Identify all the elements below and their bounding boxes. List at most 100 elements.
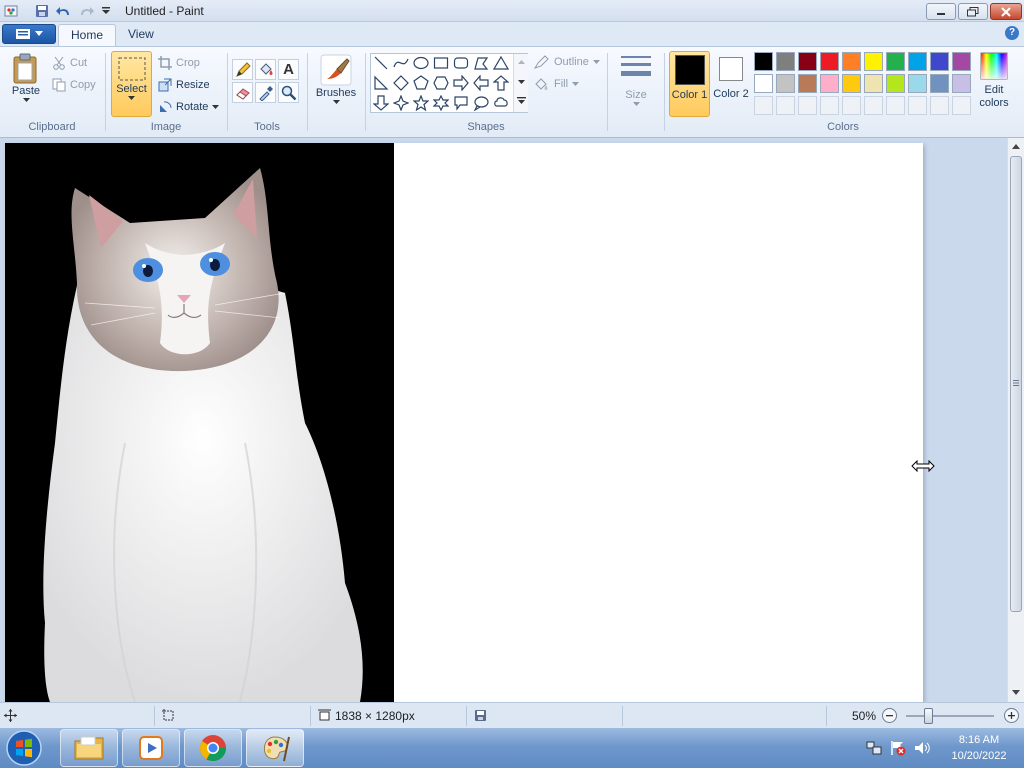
pencil-tool[interactable] — [232, 59, 253, 80]
magnifier-tool[interactable] — [278, 82, 299, 103]
four-point-star-shape[interactable] — [392, 94, 410, 112]
palette-swatch[interactable] — [952, 74, 971, 93]
custom-color-slot[interactable] — [908, 96, 927, 115]
eraser-tool[interactable] — [232, 82, 253, 103]
palette-swatch[interactable] — [798, 74, 817, 93]
palette-swatch[interactable] — [754, 52, 773, 71]
brushes-button[interactable]: Brushes — [312, 53, 360, 105]
rotate-button[interactable]: Rotate — [158, 98, 220, 116]
close-button[interactable] — [990, 3, 1022, 20]
left-arrow-shape[interactable] — [472, 74, 490, 92]
drawing-canvas[interactable] — [5, 143, 923, 702]
custom-color-slot[interactable] — [820, 96, 839, 115]
tab-view[interactable]: View — [116, 24, 166, 46]
palette-swatch[interactable] — [908, 74, 927, 93]
copy-button[interactable]: Copy — [52, 76, 96, 94]
palette-swatch[interactable] — [820, 52, 839, 71]
restore-button[interactable] — [958, 3, 988, 20]
cloud-callout-shape[interactable] — [492, 94, 510, 112]
color1-button[interactable]: Color 1 — [669, 51, 710, 117]
custom-color-slot[interactable] — [864, 96, 883, 115]
five-point-star-shape[interactable] — [412, 94, 430, 112]
palette-swatch[interactable] — [952, 52, 971, 71]
diamond-shape[interactable] — [392, 74, 410, 92]
palette-swatch[interactable] — [864, 52, 883, 71]
pentagon-shape[interactable] — [412, 74, 430, 92]
scroll-down-arrow[interactable] — [1010, 688, 1022, 700]
color2-button[interactable]: Color 2 — [713, 51, 749, 117]
resize-button[interactable]: Resize — [158, 76, 210, 94]
palette-swatch[interactable] — [820, 74, 839, 93]
canvas-workspace[interactable] — [0, 138, 1007, 702]
save-icon[interactable] — [34, 3, 50, 19]
custom-color-slot[interactable] — [842, 96, 861, 115]
paste-button[interactable]: Paste — [6, 53, 46, 103]
custom-color-slot[interactable] — [776, 96, 795, 115]
outline-button[interactable]: Outline — [534, 53, 600, 71]
clock[interactable]: 8:16 AM 10/20/2022 — [944, 732, 1014, 764]
rounded-callout-shape[interactable] — [452, 94, 470, 112]
palette-swatch[interactable] — [930, 74, 949, 93]
palette-swatch[interactable] — [798, 52, 817, 71]
paint-menu-button[interactable] — [2, 24, 56, 44]
palette-swatch[interactable] — [842, 52, 861, 71]
vertical-scrollbar[interactable] — [1007, 138, 1024, 702]
hexagon-shape[interactable] — [432, 74, 450, 92]
fill-button[interactable]: Fill — [534, 75, 580, 93]
minimize-button[interactable] — [926, 3, 956, 20]
zoom-out-button[interactable] — [882, 708, 897, 723]
taskbar-explorer[interactable] — [60, 729, 118, 767]
taskbar-paint[interactable] — [246, 729, 304, 767]
help-icon[interactable]: ? — [1005, 26, 1019, 40]
color-picker-tool[interactable] — [255, 82, 276, 103]
polygon-shape[interactable] — [472, 54, 490, 72]
custom-color-slot[interactable] — [754, 96, 773, 115]
right-arrow-shape[interactable] — [452, 74, 470, 92]
palette-swatch[interactable] — [908, 52, 927, 71]
cut-button[interactable]: Cut — [52, 54, 87, 72]
start-button[interactable] — [4, 729, 44, 767]
tab-home[interactable]: Home — [58, 24, 117, 46]
palette-swatch[interactable] — [776, 74, 795, 93]
triangle-shape[interactable] — [492, 54, 510, 72]
rectangle-shape[interactable] — [432, 54, 450, 72]
zoom-slider-thumb[interactable] — [924, 708, 933, 724]
edit-colors-button[interactable]: Edit colors — [974, 51, 1014, 110]
taskbar-chrome[interactable] — [184, 729, 242, 767]
paint-app-icon[interactable] — [3, 3, 19, 19]
right-triangle-shape[interactable] — [372, 74, 390, 92]
canvas-resize-handle[interactable] — [911, 459, 935, 473]
undo-icon[interactable] — [56, 3, 72, 19]
size-button[interactable]: Size — [614, 53, 658, 107]
shapes-gallery[interactable] — [370, 53, 528, 113]
scroll-up-arrow[interactable] — [1010, 141, 1022, 153]
oval-callout-shape[interactable] — [472, 94, 490, 112]
palette-swatch[interactable] — [842, 74, 861, 93]
custom-color-slot[interactable] — [952, 96, 971, 115]
action-center-flag-icon[interactable] — [890, 740, 906, 756]
custom-color-slot[interactable] — [930, 96, 949, 115]
fill-tool[interactable] — [255, 59, 276, 80]
customize-quick-access-icon[interactable] — [98, 3, 114, 19]
custom-color-slot[interactable] — [798, 96, 817, 115]
scroll-thumb[interactable] — [1010, 156, 1022, 612]
curve-shape[interactable] — [392, 54, 410, 72]
select-button[interactable]: Select — [111, 51, 152, 117]
palette-swatch[interactable] — [776, 52, 795, 71]
palette-swatch[interactable] — [864, 74, 883, 93]
up-arrow-shape[interactable] — [492, 74, 510, 92]
palette-swatch[interactable] — [886, 74, 905, 93]
zoom-in-button[interactable] — [1004, 708, 1019, 723]
zoom-slider-track[interactable] — [906, 715, 994, 717]
palette-swatch[interactable] — [754, 74, 773, 93]
crop-button[interactable]: Crop — [158, 54, 200, 72]
custom-color-slot[interactable] — [886, 96, 905, 115]
volume-icon[interactable] — [914, 741, 930, 755]
shapes-gallery-scroll[interactable] — [513, 54, 528, 112]
taskbar-media-player[interactable] — [122, 729, 180, 767]
text-tool[interactable]: A — [278, 59, 299, 80]
cat-photo[interactable] — [5, 143, 394, 702]
oval-shape[interactable] — [412, 54, 430, 72]
six-point-star-shape[interactable] — [432, 94, 450, 112]
down-arrow-shape[interactable] — [372, 94, 390, 112]
